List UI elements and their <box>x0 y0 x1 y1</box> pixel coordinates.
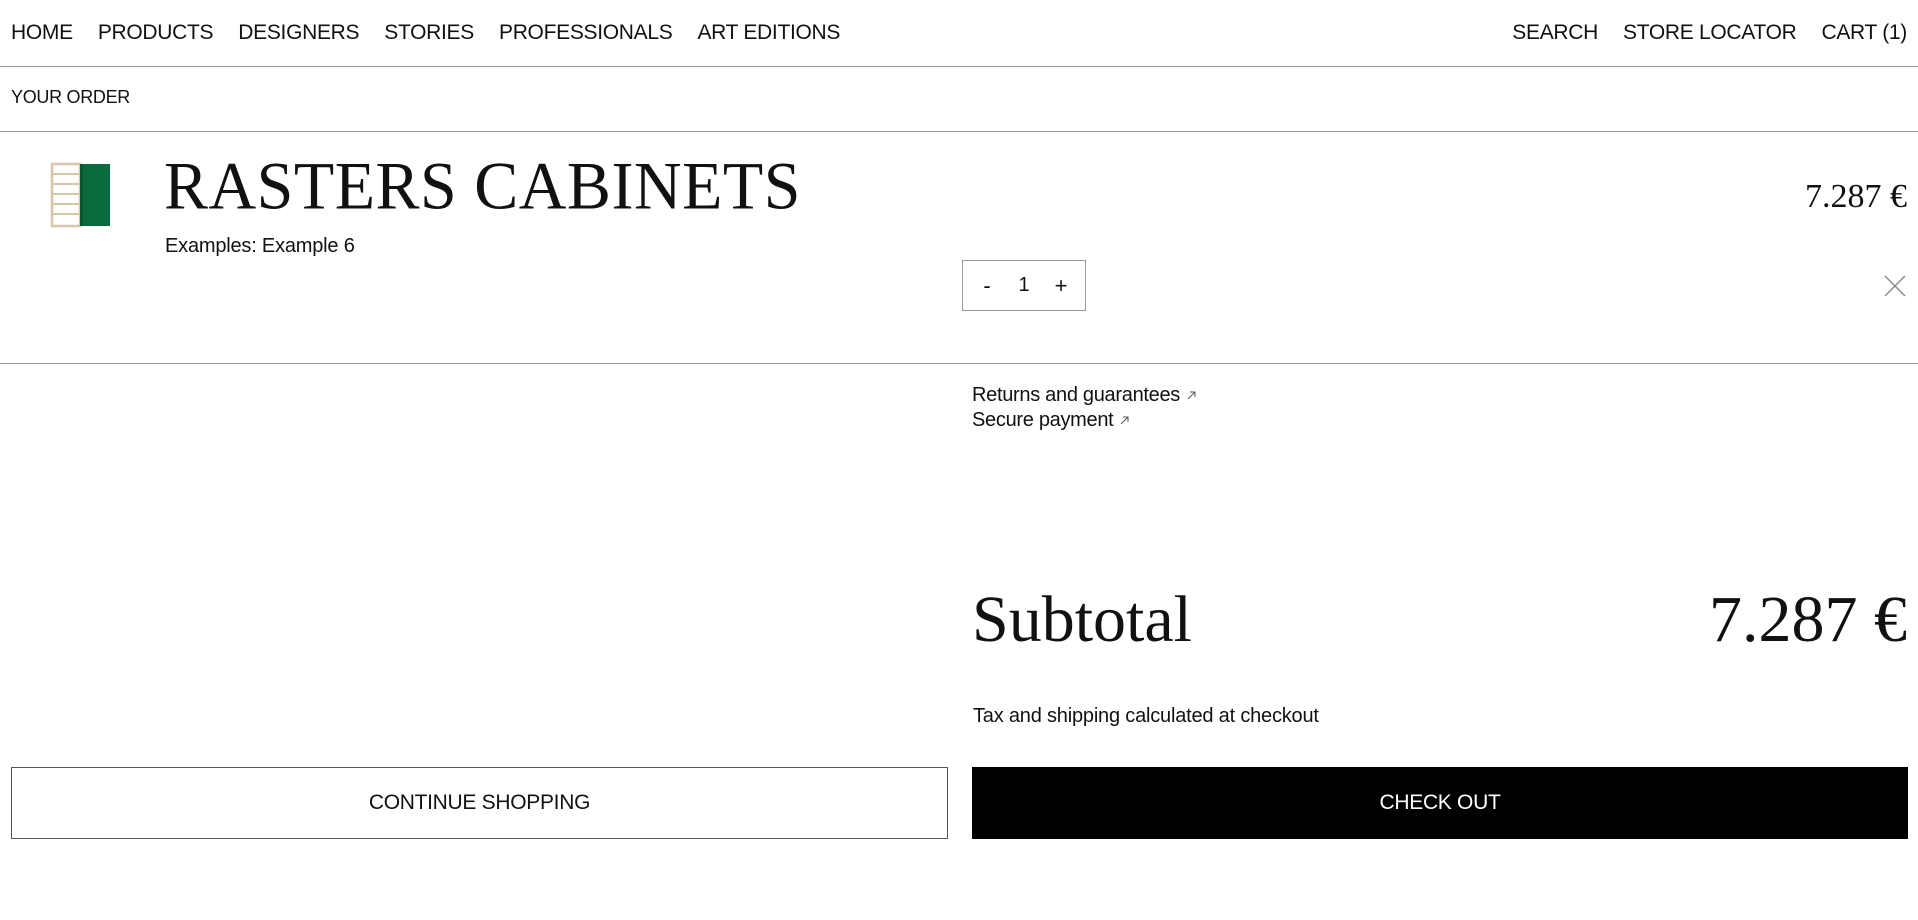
quantity-value: 1 <box>1018 274 1030 296</box>
order-heading: YOUR ORDER <box>11 87 131 107</box>
secure-payment-link-label: Secure payment <box>972 409 1114 431</box>
returns-link-label: Returns and guarantees <box>972 384 1180 406</box>
nav-cart[interactable]: CART (1) <box>1821 20 1907 46</box>
nav-search[interactable]: SEARCH <box>1512 20 1598 46</box>
external-arrow-icon <box>1187 391 1196 400</box>
nav-store-locator[interactable]: STORE LOCATOR <box>1623 20 1797 46</box>
decrement-button[interactable]: - <box>977 273 997 299</box>
close-icon[interactable] <box>1883 274 1907 298</box>
subtotal-label: Subtotal <box>972 583 1193 656</box>
subtotal-value: 7.287 € <box>1709 583 1907 656</box>
nav-home[interactable]: HOME <box>11 20 73 46</box>
product-variant: Examples: Example 6 <box>165 235 355 257</box>
item-price: 7.287 € <box>1805 178 1907 215</box>
utility-nav: SEARCH STORE LOCATOR CART (1) <box>1487 20 1907 46</box>
product-title[interactable]: RASTERS CABINETS <box>164 151 801 222</box>
returns-link[interactable]: Returns and guarantees <box>972 383 1196 408</box>
cart-item: RASTERS CABINETS Examples: Example 6 7.2… <box>0 132 1918 364</box>
product-thumbnail[interactable] <box>50 162 112 228</box>
quantity-stepper: - 1 + <box>962 260 1086 311</box>
tax-note: Tax and shipping calculated at checkout <box>973 705 1319 727</box>
continue-shopping-button[interactable]: CONTINUE SHOPPING <box>11 767 948 839</box>
top-navigation: HOME PRODUCTS DESIGNERS STORIES PROFESSI… <box>0 0 1918 67</box>
increment-button[interactable]: + <box>1051 273 1071 299</box>
nav-products[interactable]: PRODUCTS <box>98 20 214 46</box>
primary-nav: HOME PRODUCTS DESIGNERS STORIES PROFESSI… <box>11 20 865 46</box>
info-links: Returns and guarantees Secure payment <box>972 383 1196 433</box>
order-header: YOUR ORDER <box>0 67 1918 132</box>
nav-designers[interactable]: DESIGNERS <box>238 20 359 46</box>
nav-art-editions[interactable]: ART EDITIONS <box>697 20 840 46</box>
nav-stories[interactable]: STORIES <box>384 20 474 46</box>
secure-payment-link[interactable]: Secure payment <box>972 408 1196 433</box>
external-arrow-icon <box>1121 416 1129 425</box>
checkout-button[interactable]: CHECK OUT <box>972 767 1908 839</box>
nav-professionals[interactable]: PROFESSIONALS <box>499 20 673 46</box>
